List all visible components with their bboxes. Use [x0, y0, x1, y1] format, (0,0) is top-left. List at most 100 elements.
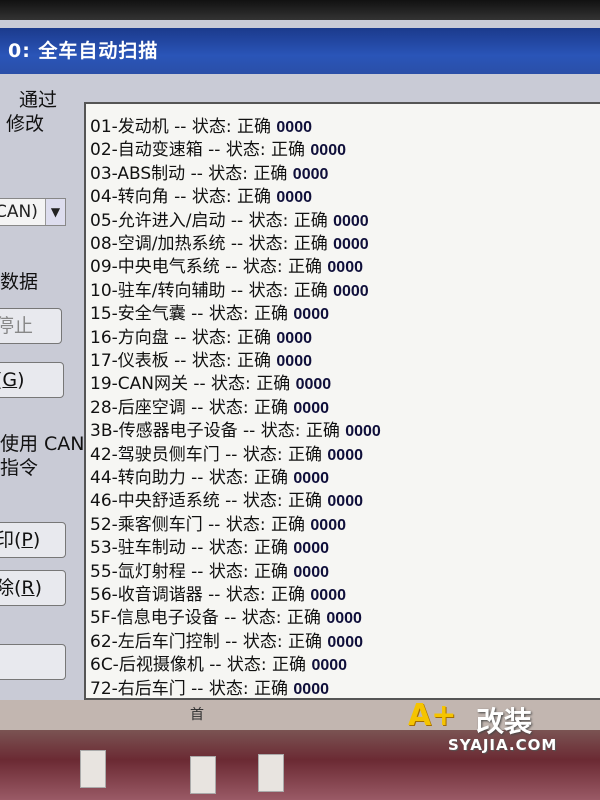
stop-button[interactable]: 停止: [0, 308, 62, 344]
list-item-text: 02-自动变速箱 -- 状态: 正确: [90, 140, 311, 161]
list-item[interactable]: 01-发动机 -- 状态: 正确 0000: [90, 112, 312, 137]
list-item[interactable]: 04-转向角 -- 状态: 正确 0000: [90, 182, 312, 208]
list-item[interactable]: 15-安全气囊 -- 状态: 正确 0000: [90, 299, 329, 325]
blank-button[interactable]: [0, 644, 66, 680]
list-item-code: 0000: [293, 563, 329, 581]
list-item-text: 56-收音调谐器 -- 状态: 正确: [90, 585, 311, 605]
scan-results-list[interactable]: 01-发动机 -- 状态: 正确 0000 02-自动变速箱 -- 状态: 正确 …: [84, 102, 600, 700]
list-item-code: 0000: [345, 423, 381, 441]
side-label-line: 指令: [0, 457, 39, 479]
list-item[interactable]: 72-右后车门 -- 状态: 正确 0000: [90, 674, 329, 699]
print-button[interactable]: 印(P): [0, 522, 66, 558]
list-item-text: 5F-信息电子设备 -- 状态: 正确: [90, 608, 327, 629]
list-item[interactable]: 55-氙灯射程 -- 状态: 正确 0000: [90, 557, 329, 582]
list-item-code: 0000: [276, 189, 312, 207]
list-item-code: 0000: [310, 587, 346, 604]
side-label-line: 通过: [0, 89, 58, 111]
list-item-text: 72-右后车门 -- 状态: 正确: [90, 678, 294, 699]
list-item[interactable]: 62-左后车门控制 -- 状态: 正确 0000: [90, 627, 363, 652]
list-item-text: 15-安全气囊 -- 状态: 正确: [90, 304, 294, 325]
list-item-code: 0000: [310, 516, 346, 534]
list-item[interactable]: 05-允许进入/启动 -- 状态: 正确 0000: [90, 206, 369, 231]
list-item-text: 62-左后车门控制 -- 状态: 正确: [90, 631, 328, 652]
list-item-code: 0000: [333, 236, 369, 253]
list-item-code: 0000: [293, 540, 329, 558]
list-item-code: 0000: [293, 306, 329, 324]
left-control-panel: 通过 修改 CAN) ▼ 数据 停止 (G) 使用 CAN 指令 印(P) 除(…: [0, 80, 85, 700]
desk-paper: [258, 754, 284, 792]
list-item-code: 0000: [326, 610, 362, 628]
list-item-code: 0000: [293, 680, 329, 698]
list-item[interactable]: 10-驻车/转向辅助 -- 状态: 正确 0000: [90, 276, 369, 301]
list-item-text: 46-中央舒适系统 -- 状态: 正确: [90, 491, 328, 512]
side-label-line: 使用 CAN: [0, 433, 85, 455]
window-titlebar: 0: 全车自动扫描: [0, 28, 600, 74]
list-item-text: 52-乘客侧车门 -- 状态: 正确: [90, 514, 311, 535]
print-button-hotkey: P: [21, 529, 33, 551]
delete-button-label: 除(: [0, 577, 22, 599]
list-item-code: 0000: [327, 446, 363, 464]
go-button-label-end: ): [17, 369, 25, 391]
list-item[interactable]: 17-仪表板 -- 状态: 正确 0000: [90, 346, 312, 371]
list-item[interactable]: 42-驾驶员侧车门 -- 状态: 正确 0000: [90, 440, 363, 465]
list-item-text: 17-仪表板 -- 状态: 正确: [90, 351, 277, 371]
list-item[interactable]: 5F-信息电子设备 -- 状态: 正确 0000: [90, 603, 362, 629]
app-window: 0: 全车自动扫描 通过 修改 CAN) ▼ 数据 停止 (G) 使用 CAN …: [0, 20, 600, 710]
list-item-code: 0000: [276, 329, 312, 347]
list-item[interactable]: 19-CAN网关 -- 状态: 正确 0000: [90, 369, 332, 394]
list-item-text: 04-转向角 -- 状态: 正确: [90, 187, 277, 208]
list-item-code: 0000: [295, 376, 332, 394]
taskbar-text: 首: [190, 707, 204, 723]
list-item-text: 44-转向助力 -- 状态: 正确: [90, 468, 294, 488]
list-item[interactable]: 44-转向助力 -- 状态: 正确 0000: [90, 463, 329, 488]
watermark-text: 改装: [476, 705, 533, 738]
chevron-down-icon[interactable]: ▼: [45, 199, 65, 225]
go-button[interactable]: (G): [0, 362, 64, 398]
list-item[interactable]: 09-中央电气系统 -- 状态: 正确 0000: [90, 252, 363, 278]
list-item-code: 0000: [293, 470, 329, 487]
print-button-label-end: ): [32, 529, 41, 551]
side-label-can: 使用 CAN 指令: [0, 432, 85, 480]
watermark-logo: A+ 改装 SYAJIA.COM: [408, 698, 588, 758]
list-item-text: 28-后座空调 -- 状态: 正确: [90, 397, 294, 418]
list-item-text: 53-驻车制动 -- 状态: 正确: [90, 538, 294, 559]
list-item-code: 0000: [276, 119, 312, 136]
window-title: 0: 全车自动扫描: [8, 40, 159, 62]
delete-button[interactable]: 除(R): [0, 570, 66, 606]
list-item[interactable]: 53-驻车制动 -- 状态: 正确 0000: [90, 533, 329, 559]
desk-paper: [80, 750, 106, 788]
list-item[interactable]: 03-ABS制动 -- 状态: 正确 0000: [90, 159, 328, 184]
delete-button-label-end: ): [34, 577, 43, 599]
list-item[interactable]: 28-后座空调 -- 状态: 正确 0000: [90, 393, 329, 418]
list-item-code: 0000: [333, 212, 369, 230]
list-item-text: 42-驾驶员侧车门 -- 状态: 正确: [90, 444, 328, 465]
side-label-data: 数据: [0, 271, 39, 293]
watermark-logo-mark: A+: [408, 698, 457, 733]
list-item-text: 03-ABS制动 -- 状态: 正确: [90, 163, 293, 184]
list-item[interactable]: 6C-后视摄像机 -- 状态: 正确 0000: [90, 650, 348, 675]
list-item-text: 3B-传感器电子设备 -- 状态: 正确: [90, 421, 346, 442]
list-item[interactable]: 08-空调/加热系统 -- 状态: 正确 0000: [90, 229, 369, 254]
list-item[interactable]: 16-方向盘 -- 状态: 正确 0000: [90, 323, 312, 348]
stop-button-label: 停止: [0, 315, 34, 337]
list-item-text: 05-允许进入/启动 -- 状态: 正确: [90, 210, 334, 231]
list-item-code: 0000: [327, 633, 363, 651]
list-item-code: 0000: [293, 399, 329, 417]
side-label-line: 修改: [6, 113, 45, 135]
list-item-code: 0000: [327, 259, 363, 277]
list-item[interactable]: 52-乘客侧车门 -- 状态: 正确 0000: [90, 510, 346, 535]
list-item[interactable]: 46-中央舒适系统 -- 状态: 正确 0000: [90, 486, 363, 512]
protocol-select[interactable]: CAN) ▼: [0, 198, 66, 226]
list-item[interactable]: 56-收音调谐器 -- 状态: 正确 0000: [90, 580, 346, 605]
list-item[interactable]: 02-自动变速箱 -- 状态: 正确 0000: [90, 135, 346, 161]
desk-paper: [190, 756, 216, 794]
delete-button-hotkey: R: [21, 577, 35, 599]
list-item-text: 55-氙灯射程 -- 状态: 正确: [90, 561, 294, 582]
list-item-code: 0000: [327, 493, 363, 511]
list-item-code: 0000: [311, 657, 348, 675]
list-item[interactable]: 3B-传感器电子设备 -- 状态: 正确 0000: [90, 416, 381, 442]
watermark-url: SYAJIA.COM: [448, 736, 558, 754]
side-label-top: 通过 修改: [0, 88, 57, 136]
list-item-code: 0000: [310, 142, 346, 160]
list-item-text: 09-中央电气系统 -- 状态: 正确: [90, 257, 328, 278]
